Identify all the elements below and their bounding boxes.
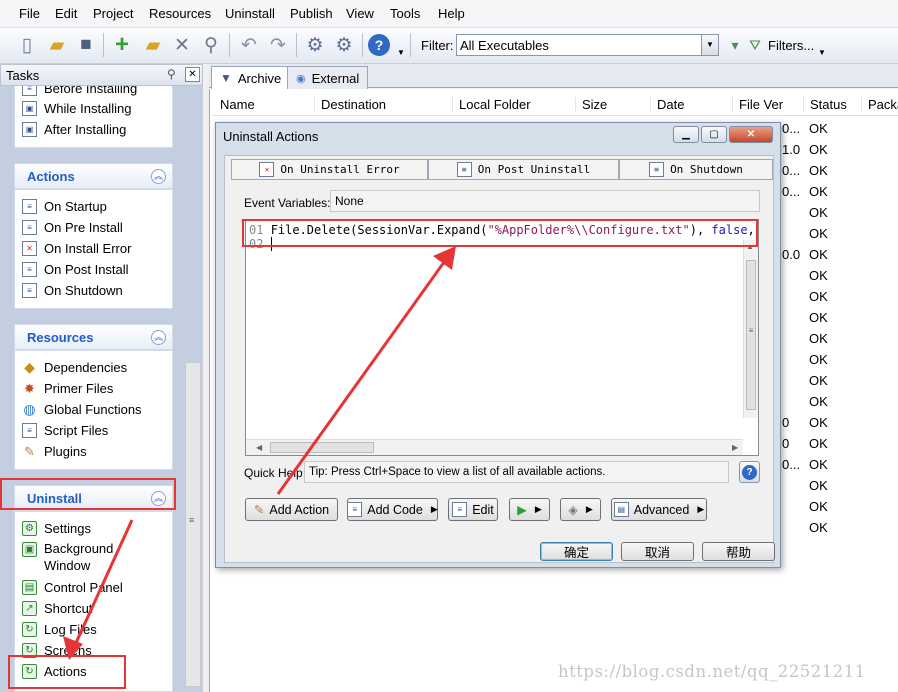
watermark: https://blog.csdn.net/qq_22521211 — [558, 662, 866, 681]
arrow-head-actions — [63, 636, 83, 660]
arrow-to-actions — [73, 519, 134, 646]
arrow-to-code — [276, 257, 449, 495]
arrow-head-code — [433, 246, 456, 270]
annotation-arrows — [63, 246, 456, 660]
